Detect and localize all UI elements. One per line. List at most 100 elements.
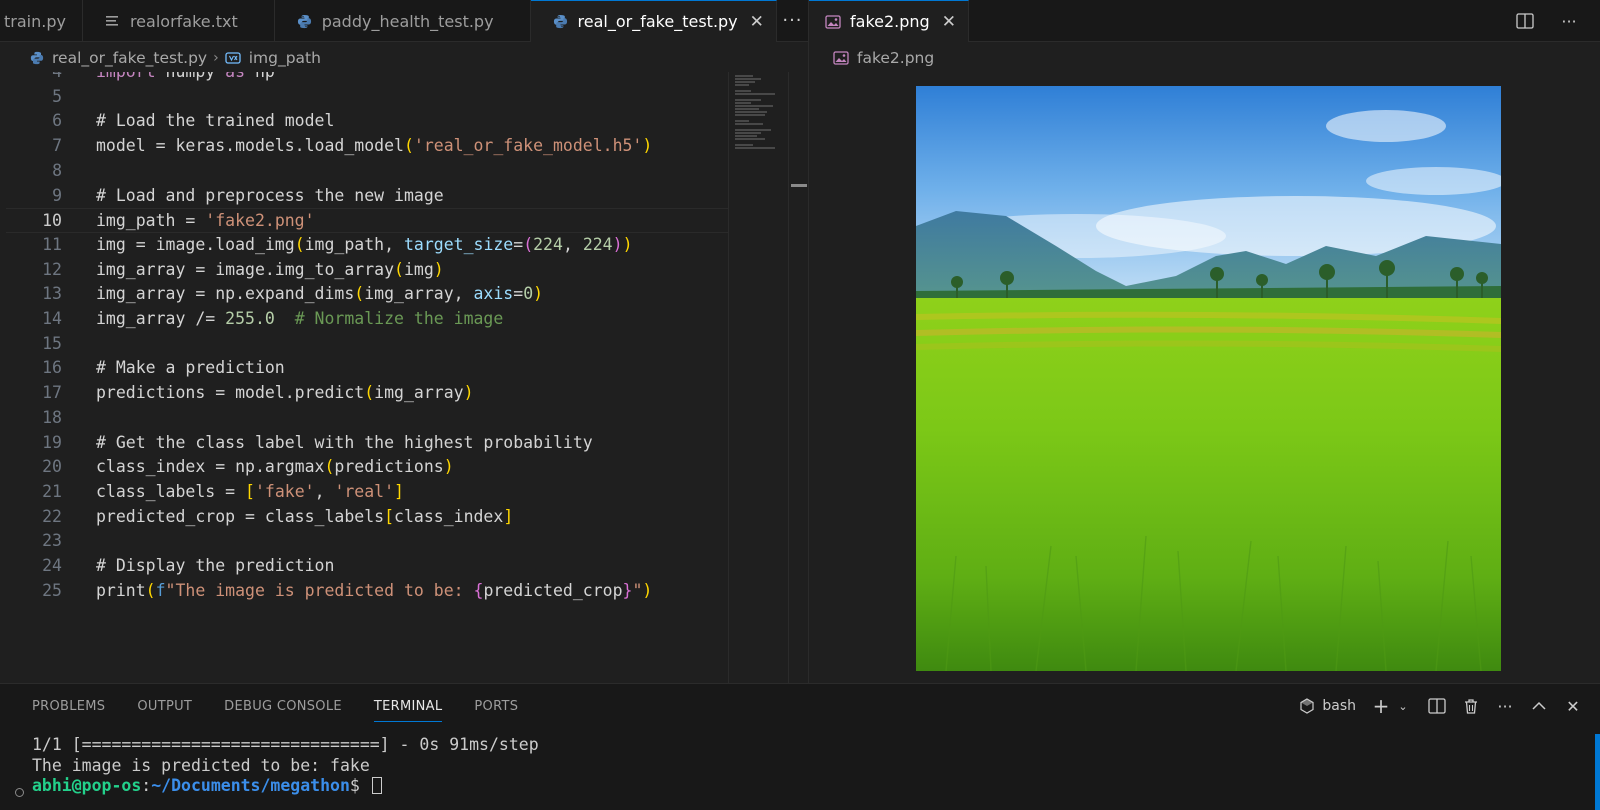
code-text: img = image.load_img(img_path, target_si… bbox=[96, 234, 633, 254]
line-number: 18 bbox=[42, 407, 62, 427]
breadcrumb-file[interactable]: fake2.png bbox=[857, 49, 934, 67]
more-tabs-icon[interactable]: ··· bbox=[777, 0, 808, 41]
line-number: 17 bbox=[42, 383, 62, 403]
tab-debug-console[interactable]: DEBUG CONSOLE bbox=[208, 684, 358, 728]
line-number: 5 bbox=[52, 86, 62, 106]
code-text: class_labels = ['fake', 'real'] bbox=[96, 481, 404, 501]
terminal-scrollbar[interactable] bbox=[1594, 734, 1600, 810]
more-actions-icon[interactable]: ··· bbox=[1496, 697, 1514, 716]
tab-fake2-png[interactable]: fake2.png ✕ bbox=[809, 0, 969, 42]
code-line: 24 # Display the prediction bbox=[6, 554, 728, 579]
tab-problems[interactable]: PROBLEMS bbox=[16, 684, 121, 728]
tab-label: train.py bbox=[4, 11, 66, 31]
line-number: 15 bbox=[42, 333, 62, 353]
terminal-output[interactable]: 1/1 [==============================] - 0… bbox=[0, 734, 1600, 810]
panel-tabs: PROBLEMS OUTPUT DEBUG CONSOLE TERMINAL P… bbox=[16, 684, 534, 728]
code-line: 17 predictions = model.predict(img_array) bbox=[6, 381, 728, 406]
rice-paddy-image bbox=[916, 86, 1501, 671]
image-tabbar: fake2.png ✕ bbox=[809, 0, 1600, 42]
prompt-separator: : bbox=[141, 776, 152, 795]
editor-group-left: train.py realorfake.txt paddy_health_tes… bbox=[0, 0, 808, 683]
tab-label: realorfake.txt bbox=[129, 11, 238, 31]
python-icon bbox=[30, 51, 44, 65]
more-actions-icon[interactable]: ··· bbox=[1560, 12, 1578, 31]
close-panel-icon[interactable]: ✕ bbox=[1564, 697, 1582, 716]
code-comment: # Display the prediction bbox=[96, 556, 335, 575]
code-line: 12 img_array = image.img_to_array(img) bbox=[6, 258, 728, 283]
breadcrumb-file[interactable]: real_or_fake_test.py bbox=[52, 49, 207, 67]
image-file-icon bbox=[825, 14, 841, 30]
editor-scrollbar[interactable] bbox=[788, 72, 808, 683]
line-number: 24 bbox=[42, 556, 62, 575]
line-number: 10 bbox=[42, 211, 62, 231]
code-line: 23 bbox=[6, 529, 728, 554]
maximize-panel-icon[interactable] bbox=[1530, 697, 1548, 715]
tab-realorfake-txt[interactable]: realorfake.txt bbox=[83, 0, 275, 42]
code-editor[interactable]: 4 import numpy as np 5 6 # Load the traine… bbox=[6, 72, 728, 683]
breadcrumb: real_or_fake_test.py › img_path bbox=[0, 44, 808, 72]
code-line: 20 class_index = np.argmax(predictions) bbox=[6, 455, 728, 480]
tab-ports[interactable]: PORTS bbox=[458, 684, 534, 728]
code-line: 11 img = image.load_img(img_path, target_… bbox=[6, 233, 728, 258]
trash-icon[interactable] bbox=[1462, 697, 1480, 715]
code-text: img_array /= 255.0 # Normalize the image bbox=[96, 309, 504, 328]
code-text: img_path = 'fake2.png' bbox=[96, 211, 315, 231]
variable-icon bbox=[225, 52, 241, 64]
new-terminal-icon[interactable]: + bbox=[1372, 694, 1390, 718]
bottom-panel: PROBLEMS OUTPUT DEBUG CONSOLE TERMINAL P… bbox=[0, 683, 1600, 810]
code-line: 6 # Load the trained model bbox=[6, 109, 728, 134]
tab-terminal[interactable]: TERMINAL bbox=[358, 684, 459, 728]
code-comment: # Get the class label with the highest p… bbox=[96, 432, 593, 452]
command-decoration-icon[interactable] bbox=[15, 788, 24, 797]
code-line: 13 img_array = np.expand_dims(img_array, … bbox=[6, 282, 728, 307]
tab-train-py[interactable]: train.py bbox=[0, 0, 83, 42]
line-number: 16 bbox=[42, 358, 62, 378]
prompt-end: $ bbox=[349, 776, 370, 795]
editor-tabbar: train.py realorfake.txt paddy_health_tes… bbox=[0, 0, 808, 42]
code-text: img_array = np.expand_dims(img_array, ax… bbox=[96, 284, 544, 304]
terminal-actions: bash + ⌄ ··· ✕ bbox=[1298, 684, 1582, 728]
line-number: 13 bbox=[42, 284, 62, 304]
minimap[interactable] bbox=[728, 72, 788, 683]
code-line: 18 bbox=[6, 406, 728, 431]
tab-real-or-fake-test-py[interactable]: real_or_fake_test.py ✕ bbox=[530, 0, 777, 42]
code-line-current: 10 img_path = 'fake2.png' bbox=[6, 208, 728, 233]
scrollbar-marker bbox=[791, 184, 807, 187]
terminal-line: The image is predicted to be: fake bbox=[32, 756, 370, 775]
code-comment: # Load the trained model bbox=[96, 111, 335, 131]
terminal-cursor bbox=[371, 777, 382, 794]
code-text: predictions = model.predict(img_array) bbox=[96, 383, 474, 403]
code-line: 9 # Load and preprocess the new image bbox=[6, 184, 728, 209]
code-line: 14 img_array /= 255.0 # Normalize the ima… bbox=[6, 307, 728, 332]
shell-label: bash bbox=[1322, 698, 1356, 714]
code-text: predicted_crop = class_labels[class_inde… bbox=[96, 506, 514, 526]
code-line: 4 import numpy as np bbox=[6, 72, 728, 85]
code-line: 15 bbox=[6, 332, 728, 357]
line-number: 8 bbox=[52, 160, 62, 180]
tab-output[interactable]: OUTPUT bbox=[121, 684, 208, 728]
line-number: 23 bbox=[42, 531, 62, 551]
tab-label: paddy_health_test.py bbox=[321, 11, 494, 31]
tab-label: fake2.png bbox=[850, 12, 930, 31]
line-number: 19 bbox=[42, 432, 62, 452]
code-line: 19 # Get the class label with the highest… bbox=[6, 431, 728, 456]
code-line: 21 class_labels = ['fake', 'real'] bbox=[6, 480, 728, 505]
split-editor-icon[interactable] bbox=[1516, 12, 1534, 30]
code-line: 8 bbox=[6, 159, 728, 184]
split-terminal-icon[interactable] bbox=[1428, 697, 1446, 715]
tab-paddy-health-test-py[interactable]: paddy_health_test.py bbox=[275, 0, 531, 42]
chevron-down-icon[interactable]: ⌄ bbox=[1394, 697, 1412, 715]
code-text: model = keras.models.load_model('real_or… bbox=[96, 136, 653, 156]
line-number: 21 bbox=[42, 481, 62, 501]
line-number: 7 bbox=[52, 136, 62, 156]
close-icon[interactable]: ✕ bbox=[942, 12, 956, 32]
breadcrumb-symbol[interactable]: img_path bbox=[249, 49, 321, 67]
terminal-prompt: abhi@pop-os:~/Documents/megathon$ bbox=[32, 775, 382, 796]
image-file-icon bbox=[833, 51, 849, 65]
terminal-shell-selector[interactable]: bash bbox=[1298, 697, 1356, 715]
terminal-line: 1/1 [==============================] - 0… bbox=[32, 735, 539, 754]
line-number: 25 bbox=[42, 580, 62, 600]
code-line: 5 bbox=[6, 85, 728, 110]
line-number: 20 bbox=[42, 457, 62, 477]
close-icon[interactable]: ✕ bbox=[750, 12, 764, 32]
